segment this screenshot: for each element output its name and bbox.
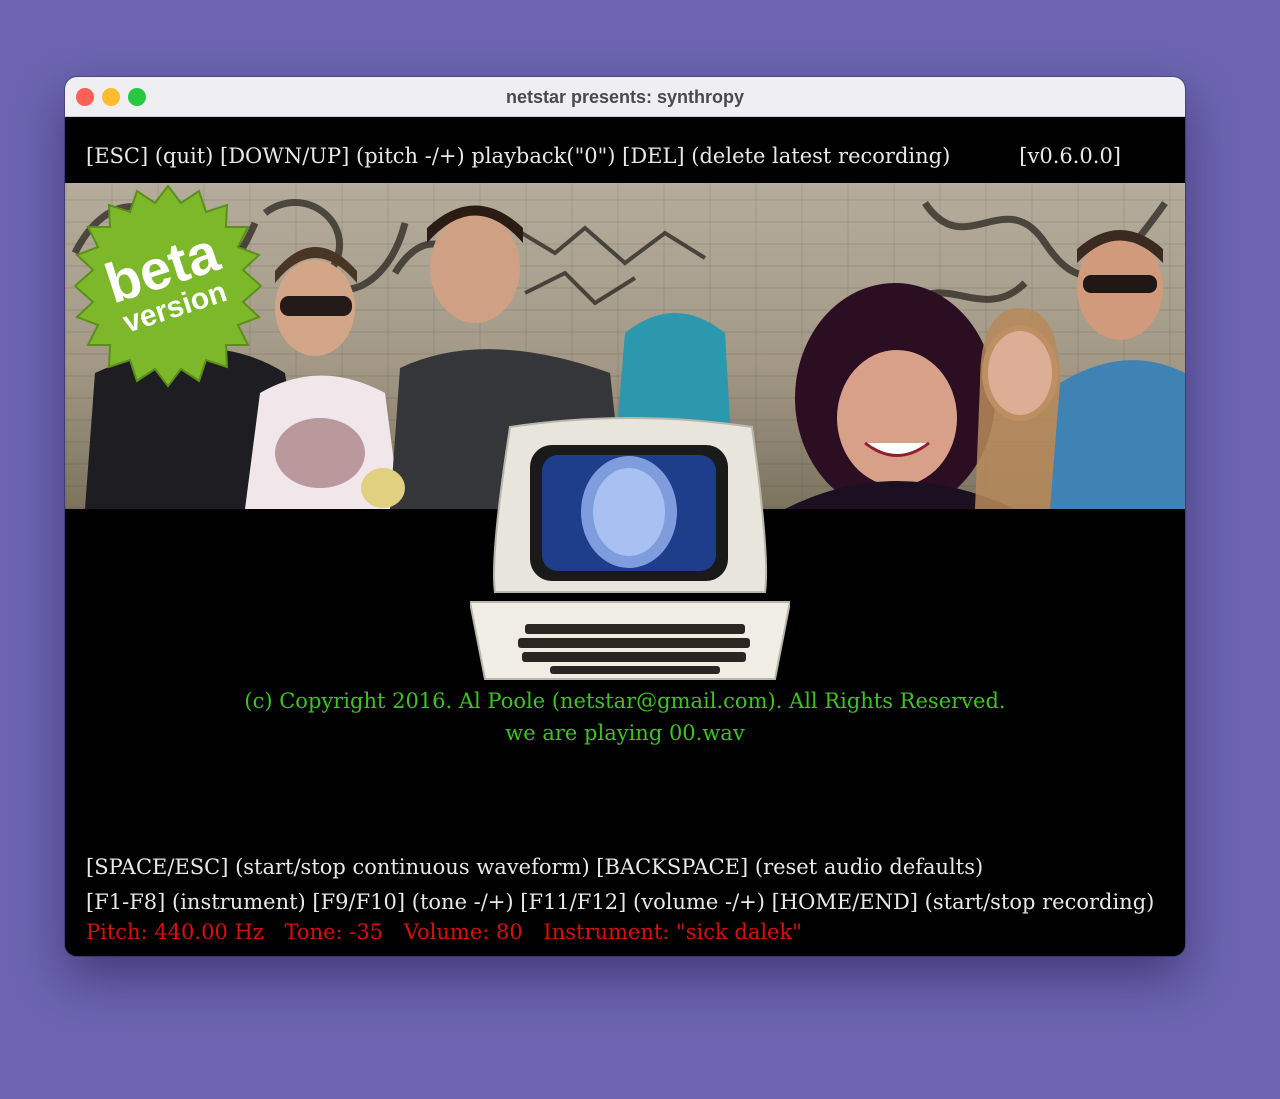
keyboard-help-top: [ESC] (quit) [DOWN/UP] (pitch -/+) playb… [86, 144, 1121, 168]
help-line-waveform: [SPACE/ESC] (start/stop continuous wavef… [86, 855, 984, 879]
pitch-readout: Pitch: 440.00 Hz [86, 920, 264, 944]
beta-version-badge: beta version [73, 184, 263, 388]
copyright-text: (c) Copyright 2016. Al Poole (netstar@gm… [244, 689, 1006, 713]
instrument-readout: Instrument: "sick dalek" [543, 920, 802, 944]
top-key-help: [ESC] (quit) [DOWN/UP] (pitch -/+) playb… [86, 144, 951, 168]
now-playing-text: we are playing 00.wav [505, 721, 745, 745]
window-title: netstar presents: synthropy [505, 87, 745, 107]
copyright-block: (c) Copyright 2016. Al Poole (netstar@gm… [65, 685, 1185, 749]
status-bar: Pitch: 440.00 Hz Tone: -35 Volume: 80 In… [86, 920, 816, 944]
retro-computer-image [470, 417, 790, 680]
tone-readout: Tone: -35 [284, 920, 384, 944]
title-bar: netstar presents: synthropy [65, 77, 1185, 117]
app-window: netstar presents: synthropy [ESC] (quit)… [65, 77, 1185, 956]
volume-readout: Volume: 80 [403, 920, 523, 944]
keyboard-help-bottom: [SPACE/ESC] (start/stop continuous wavef… [86, 850, 1154, 920]
app-canvas[interactable]: [ESC] (quit) [DOWN/UP] (pitch -/+) playb… [65, 117, 1185, 956]
version-label: [v0.6.0.0] [1019, 144, 1121, 168]
help-line-instrument: [F1-F8] (instrument) [F9/F10] (tone -/+)… [86, 890, 1155, 914]
